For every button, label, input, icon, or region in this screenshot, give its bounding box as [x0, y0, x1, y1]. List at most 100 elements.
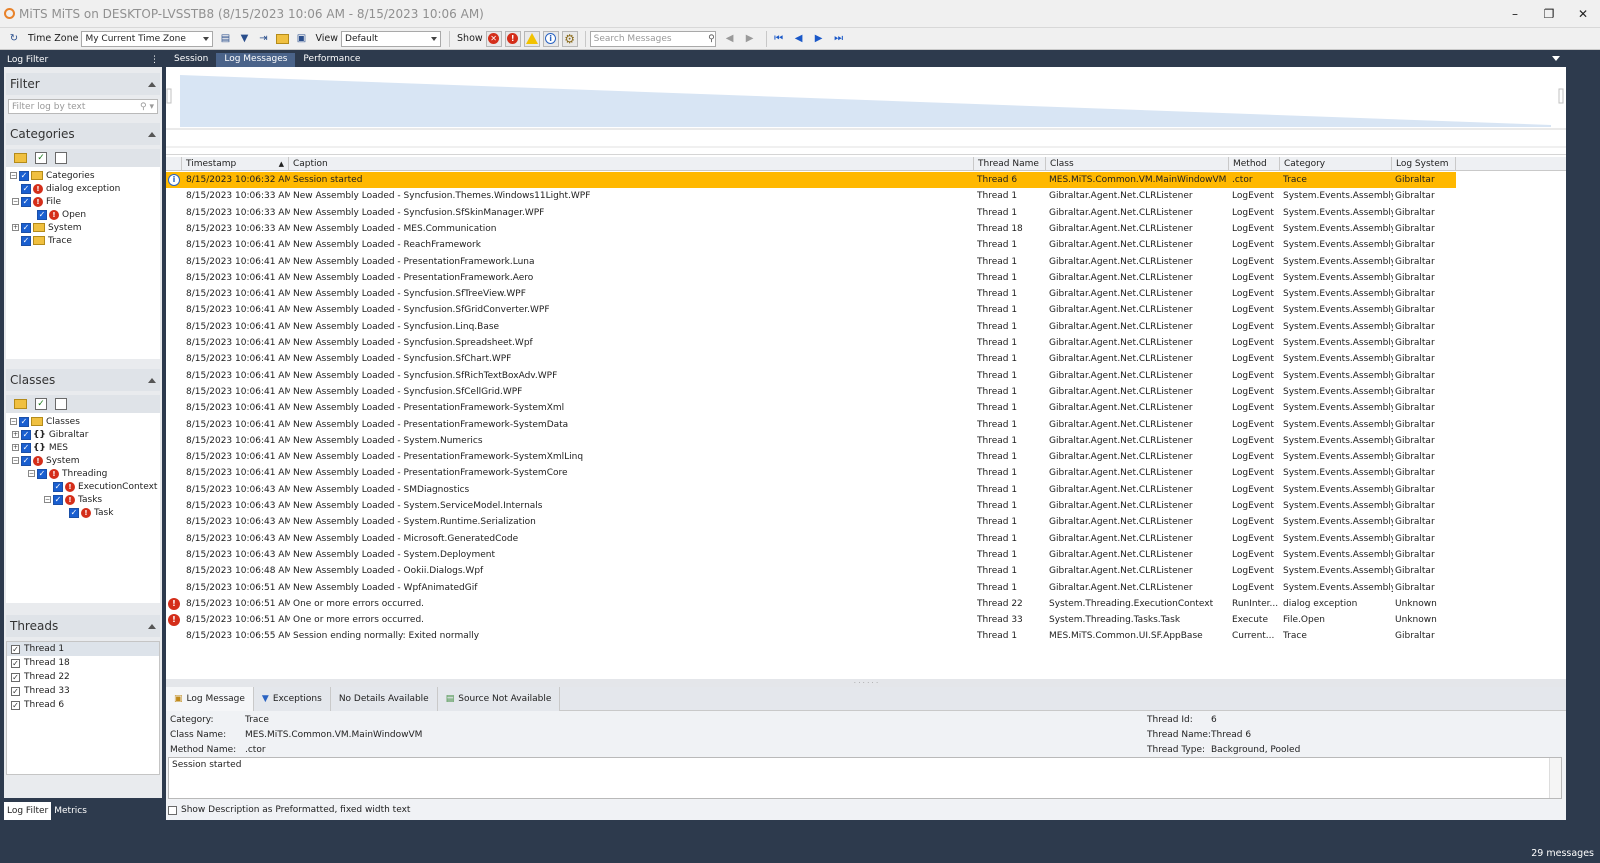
checkbox[interactable]: ✓ [37, 209, 47, 220]
forward-icon[interactable]: ▶ [742, 31, 758, 47]
check-all-button[interactable]: ✓ [35, 398, 47, 410]
table-row[interactable]: 8/15/2023 10:06:43 AM New Assembly Loaded… [166, 514, 1456, 530]
chart-icon[interactable]: ▤ [217, 31, 233, 47]
table-row[interactable]: 8/15/2023 10:06:41 AM New Assembly Loaded… [166, 254, 1456, 270]
table-row[interactable]: 8/15/2023 10:06:51 AM New Assembly Loaded… [166, 580, 1456, 596]
search-icon[interactable]: ⚲ ▾ [140, 102, 154, 112]
tree-node-categories[interactable]: − ✓ Categories [10, 169, 95, 182]
tab-menu-icon[interactable] [1552, 56, 1560, 61]
thread-item[interactable]: ✓ Thread 1 [7, 642, 159, 656]
tab-metrics[interactable]: Metrics [51, 802, 90, 820]
folder-icon[interactable] [14, 399, 27, 409]
table-row[interactable]: 8/15/2023 10:06:33 AM New Assembly Loaded… [166, 205, 1456, 221]
show-warning-toggle[interactable] [523, 30, 540, 47]
checkbox[interactable]: ✓ [53, 481, 63, 492]
preformatted-option[interactable]: Show Description as Preformatted, fixed … [168, 802, 410, 818]
table-row[interactable]: ! 8/15/2023 10:06:51 AM One or more errors… [166, 612, 1456, 628]
categories-section-title[interactable]: Categories [6, 123, 160, 145]
collapse-icon[interactable] [148, 81, 156, 87]
column-header-timestamp[interactable]: Timestamp ▲ [183, 157, 289, 171]
expand-icon[interactable]: − [10, 172, 17, 179]
column-header-log-system[interactable]: Log System [1393, 157, 1456, 171]
previous-message-icon[interactable]: ◀ [791, 31, 807, 47]
column-header-caption[interactable]: Caption [290, 157, 974, 171]
table-row[interactable]: 8/15/2023 10:06:41 AM New Assembly Loaded… [166, 384, 1456, 400]
first-message-icon[interactable]: ⏮ [771, 31, 787, 47]
table-row[interactable]: 8/15/2023 10:06:41 AM New Assembly Loaded… [166, 351, 1456, 367]
table-row[interactable]: 8/15/2023 10:06:41 AM New Assembly Loaded… [166, 417, 1456, 433]
checkbox[interactable]: ✓ [21, 196, 31, 207]
checkbox[interactable]: ✓ [11, 700, 20, 710]
table-row[interactable]: 8/15/2023 10:06:41 AM New Assembly Loaded… [166, 286, 1456, 302]
checkbox[interactable]: ✓ [11, 686, 20, 696]
next-message-icon[interactable]: ▶ [811, 31, 827, 47]
checkbox[interactable]: ✓ [53, 494, 63, 505]
tree-node-dialog-exception[interactable]: ✓! dialog exception [21, 182, 120, 195]
table-row[interactable]: 8/15/2023 10:06:43 AM New Assembly Loaded… [166, 482, 1456, 498]
table-row[interactable]: 8/15/2023 10:06:41 AM New Assembly Loaded… [166, 449, 1456, 465]
table-row[interactable]: 8/15/2023 10:06:41 AM New Assembly Loaded… [166, 237, 1456, 253]
search-icon[interactable]: ⚲ [708, 34, 715, 44]
table-row[interactable]: 8/15/2023 10:06:48 AM New Assembly Loaded… [166, 563, 1456, 579]
back-icon[interactable]: ◀ [722, 31, 738, 47]
uncheck-all-button[interactable] [55, 152, 67, 164]
expand-icon[interactable]: − [44, 496, 51, 503]
thread-item[interactable]: ✓ Thread 6 [7, 698, 159, 712]
view-select[interactable]: Default [341, 30, 442, 47]
table-row[interactable]: 8/15/2023 10:06:41 AM New Assembly Loaded… [166, 400, 1456, 416]
filter-icon[interactable]: ▼ [236, 31, 252, 47]
checkbox[interactable]: ✓ [11, 672, 20, 682]
check-all-button[interactable]: ✓ [35, 152, 47, 164]
tab-session[interactable]: Session [166, 53, 216, 67]
preformatted-checkbox[interactable] [168, 805, 177, 815]
expand-icon[interactable]: − [12, 198, 19, 205]
thread-item[interactable]: ✓ Thread 22 [7, 670, 159, 684]
checkbox[interactable]: ✓ [21, 442, 31, 453]
table-row[interactable]: 8/15/2023 10:06:41 AM New Assembly Loaded… [166, 368, 1456, 384]
table-row[interactable]: 8/15/2023 10:06:41 AM New Assembly Loaded… [166, 335, 1456, 351]
close-button[interactable]: ✕ [1566, 0, 1600, 28]
column-header-severity[interactable] [166, 157, 182, 171]
column-header-method[interactable]: Method [1230, 157, 1280, 171]
minimize-button[interactable]: – [1498, 0, 1532, 28]
tab-log-message[interactable]: ▣ Log Message [166, 687, 254, 711]
tree-node-trace[interactable]: ✓ Trace [21, 234, 72, 247]
table-row[interactable]: 8/15/2023 10:06:41 AM New Assembly Loaded… [166, 302, 1456, 318]
checkbox[interactable]: ✓ [11, 658, 20, 668]
expand-icon[interactable]: − [12, 457, 19, 464]
table-row[interactable]: 8/15/2023 10:06:43 AM New Assembly Loaded… [166, 498, 1456, 514]
show-critical-toggle[interactable]: ✕ [485, 30, 502, 47]
checkbox[interactable]: ✓ [11, 644, 20, 654]
table-row[interactable]: 8/15/2023 10:06:41 AM New Assembly Loaded… [166, 270, 1456, 286]
column-header-thread-name[interactable]: Thread Name [975, 157, 1046, 171]
column-header-category[interactable]: Category [1281, 157, 1392, 171]
checkbox[interactable]: ✓ [21, 222, 31, 233]
tab-performance[interactable]: Performance [295, 53, 368, 67]
uncheck-all-button[interactable] [55, 398, 67, 410]
filter-section-title[interactable]: Filter [6, 73, 160, 95]
expand-icon[interactable]: − [28, 470, 35, 477]
filter-text-input[interactable]: Filter log by text ⚲ ▾ [8, 99, 158, 114]
time-zone-select[interactable]: My Current Time Zone [81, 30, 214, 47]
table-row[interactable]: 8/15/2023 10:06:55 AM Session ending norm… [166, 628, 1456, 644]
expand-icon[interactable]: + [12, 224, 19, 231]
checkbox[interactable]: ✓ [19, 170, 29, 181]
tree-node-classes[interactable]: − ✓ Classes [10, 415, 80, 428]
checkbox[interactable]: ✓ [19, 416, 29, 427]
restore-button[interactable]: ❐ [1532, 0, 1566, 28]
table-row[interactable]: i 8/15/2023 10:06:32 AM Session started Thr… [166, 172, 1456, 188]
refresh-icon[interactable]: ↻ [6, 31, 22, 47]
tab-source[interactable]: ▤ Source Not Available [437, 687, 561, 711]
thread-item[interactable]: ✓ Thread 33 [7, 684, 159, 698]
tree-node-system[interactable]: + ✓ System [12, 221, 82, 234]
collapse-icon[interactable] [148, 623, 156, 629]
tree-node-task[interactable]: ✓! Task [69, 506, 113, 519]
tab-log-filter[interactable]: Log Filter [4, 802, 52, 820]
folder-icon[interactable] [14, 153, 27, 163]
tree-node-threading[interactable]: − ✓! Threading [28, 467, 107, 480]
checkbox[interactable]: ✓ [21, 455, 31, 466]
tab-exceptions[interactable]: ▼ Exceptions [253, 687, 331, 711]
checkbox[interactable]: ✓ [21, 183, 31, 194]
show-error-toggle[interactable]: ! [504, 30, 521, 47]
tree-node-tasks[interactable]: − ✓! Tasks [44, 493, 102, 506]
